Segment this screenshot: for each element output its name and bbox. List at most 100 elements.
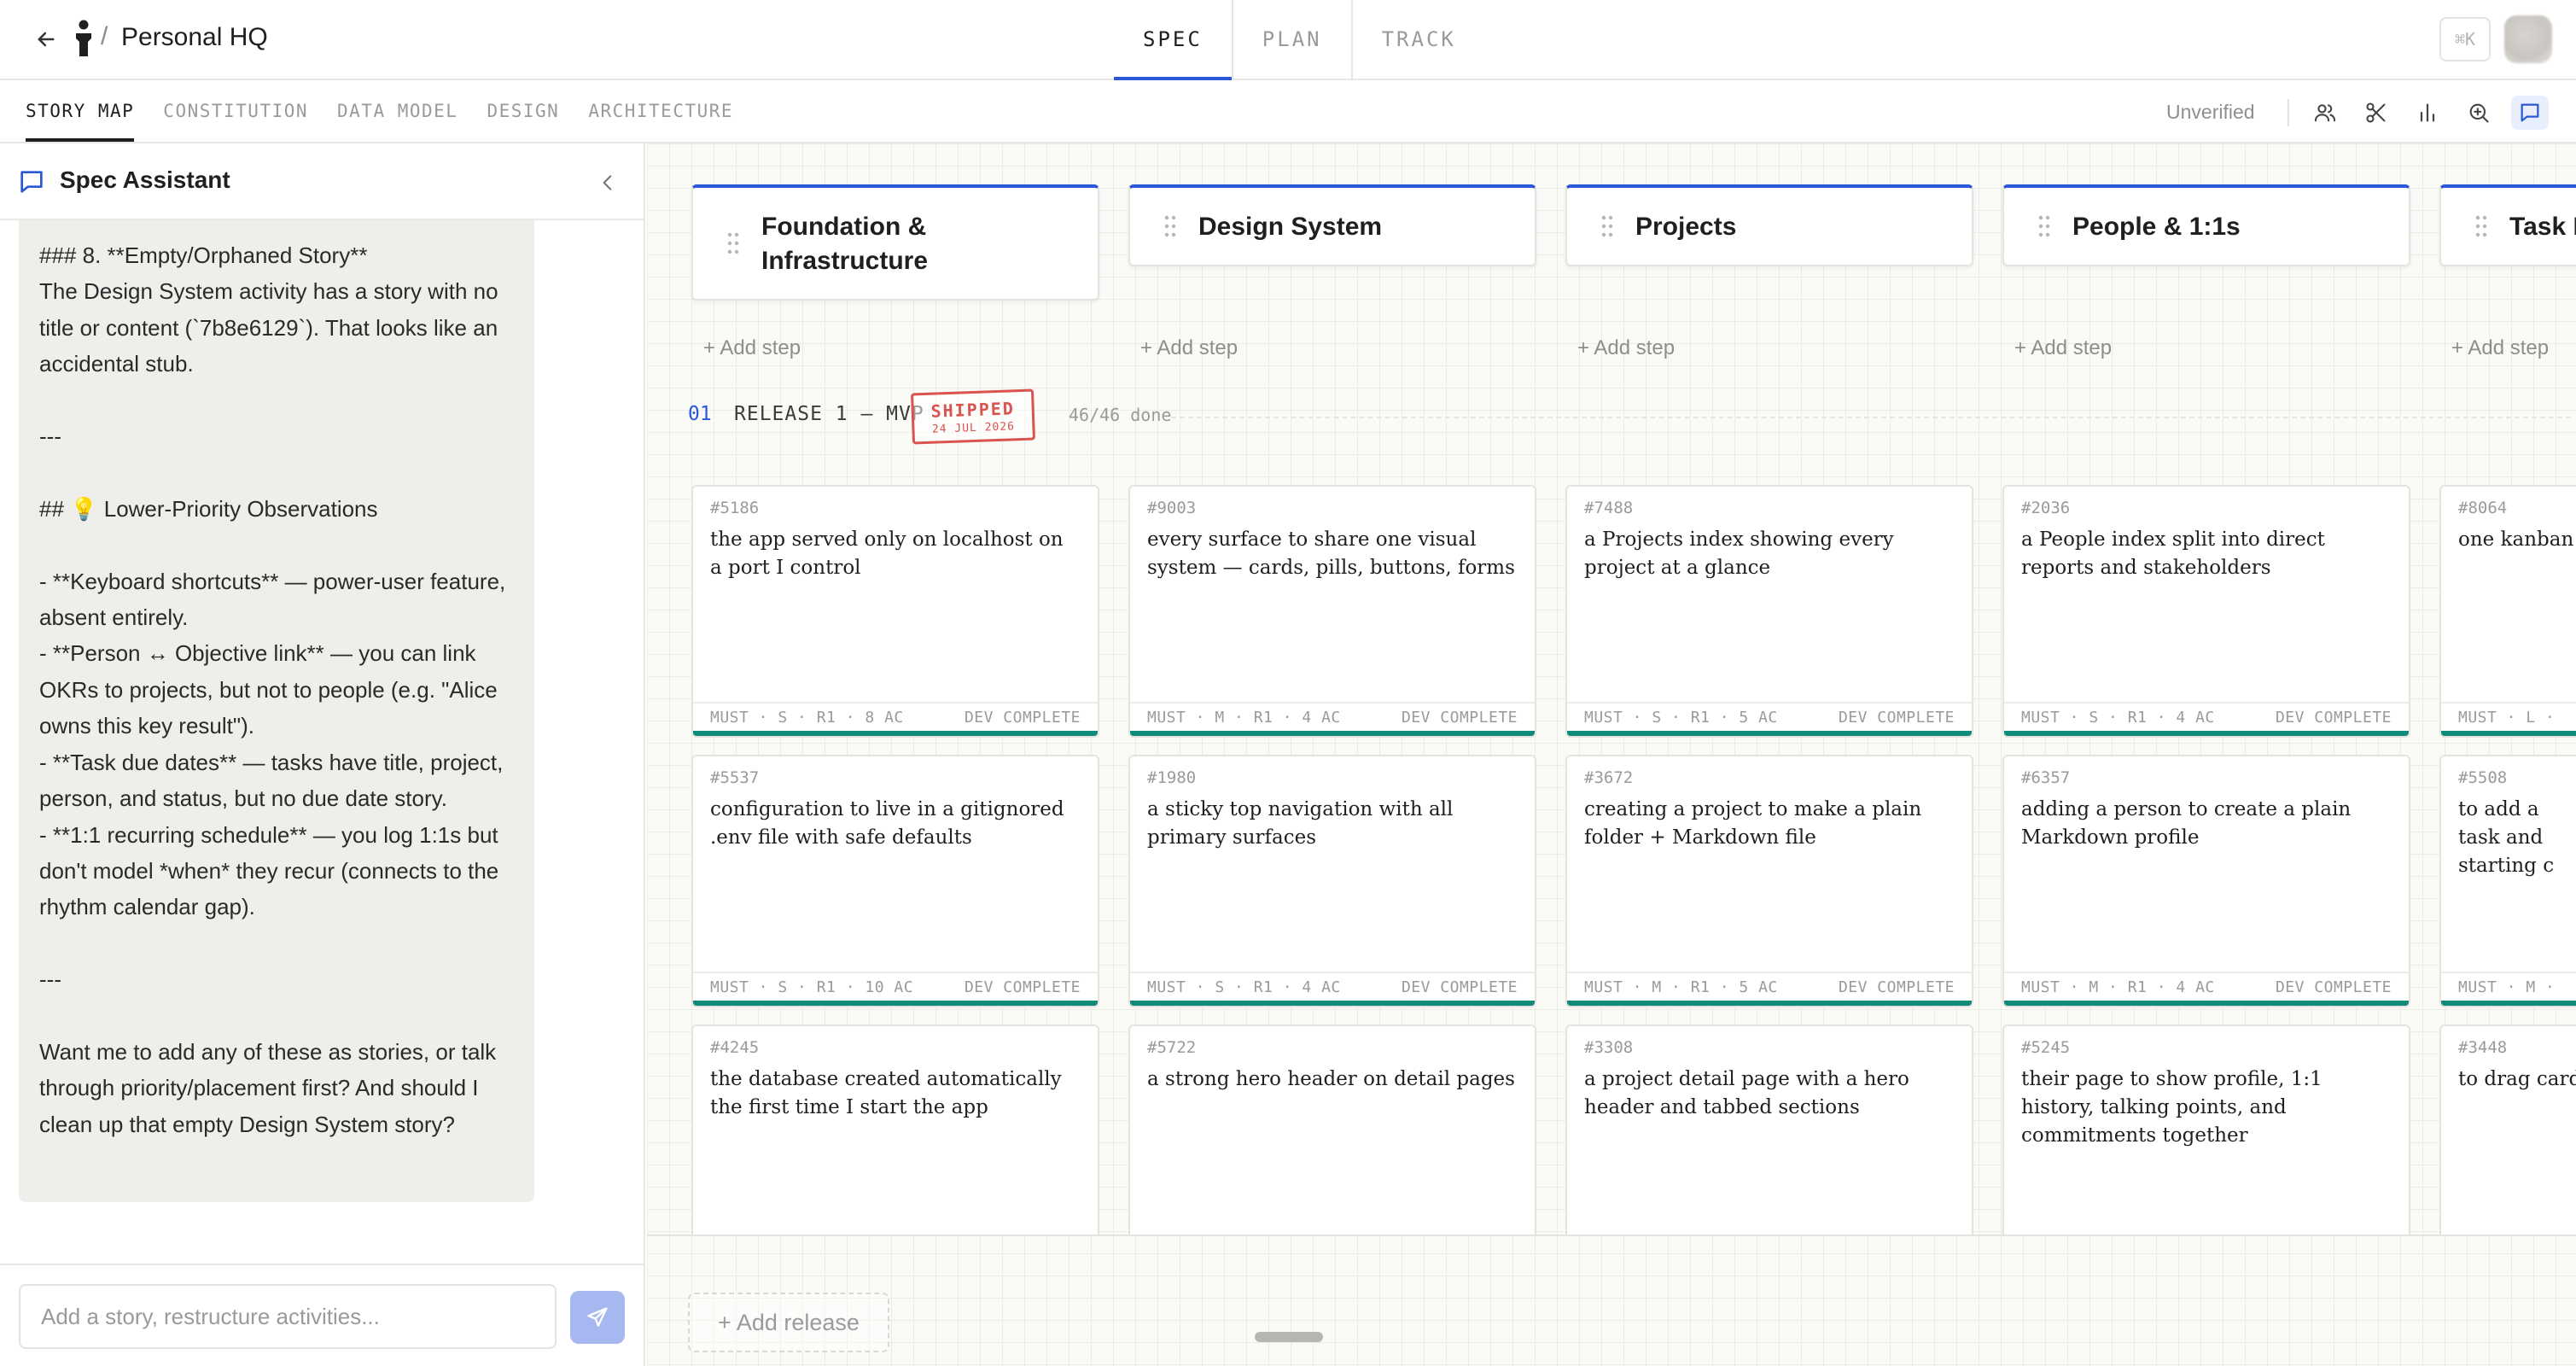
drag-handle-icon[interactable]	[1601, 215, 1613, 237]
tab-plan[interactable]: PLAN	[1231, 0, 1351, 79]
story-card[interactable]: #3672 creating a project to make a plain…	[1565, 755, 1973, 1007]
tab-constitution[interactable]: CONSTITUTION	[163, 80, 308, 142]
add-step-button[interactable]: + Add step	[1577, 336, 1675, 360]
send-icon[interactable]	[570, 1291, 625, 1344]
story-card[interactable]: #6357 adding a person to create a plain …	[2002, 755, 2410, 1007]
chat-input[interactable]	[19, 1284, 557, 1349]
story-title: a strong hero header on detail pages	[1147, 1068, 1515, 1090]
release-divider	[1171, 417, 2571, 418]
story-card[interactable]: #7488 a Projects index showing every pro…	[1565, 485, 1973, 738]
command-palette-button[interactable]: ⌘K	[2439, 17, 2491, 61]
story-status: DEV COMPLETE	[1401, 708, 1518, 727]
chat-history[interactable]: ### 8. **Empty/Orphaned Story** The Desi…	[0, 220, 644, 1264]
story-attributes: MUST · M · R1 · 5 AC	[1584, 978, 1778, 996]
zoom-icon[interactable]	[2460, 96, 2497, 130]
story-meta: MUST · L ·	[2441, 702, 2576, 731]
drag-handle-icon[interactable]	[1164, 215, 1176, 237]
add-step-button[interactable]: + Add step	[2451, 336, 2549, 360]
story-card[interactable]: #5537 configuration to live in a gitigno…	[691, 755, 1099, 1007]
activity-column: Projects + Add step	[1565, 184, 1973, 359]
activity-title: People & 1:1s	[2072, 213, 2241, 241]
spec-sections: STORY MAP CONSTITUTION DATA MODEL DESIGN…	[26, 80, 762, 142]
drag-handle-icon[interactable]	[2038, 215, 2050, 237]
story-card[interactable]: #8064 one kanban b MUST · L ·	[2439, 485, 2576, 738]
activity-card[interactable]: Foundation & Infrastructure	[691, 184, 1099, 301]
status-bar	[1567, 1001, 1972, 1006]
story-status: DEV COMPLETE	[1838, 708, 1955, 727]
add-release-button[interactable]: + Add release	[688, 1293, 889, 1352]
main-tabs: SPEC PLAN TRACK	[1114, 0, 1485, 80]
panel-title: Spec Assistant	[60, 166, 230, 193]
chat-icon[interactable]	[2511, 96, 2549, 130]
panel-header: Spec Assistant	[0, 143, 644, 220]
verification-status: Unverified	[2166, 101, 2255, 123]
story-attributes: MUST · M · R1 · 4 AC	[2021, 978, 2215, 996]
stamp-date: 24 JUL 2026	[931, 420, 1016, 436]
tab-spec[interactable]: SPEC	[1114, 0, 1232, 80]
activity-card[interactable]: Design System	[1128, 184, 1536, 266]
story-card[interactable]: #5508 to add a task and starting c MUST …	[2439, 755, 2576, 1007]
story-status: DEV COMPLETE	[2275, 978, 2392, 996]
story-id: #7488	[1584, 499, 1634, 517]
people-icon[interactable]	[2306, 96, 2344, 130]
story-title: the database created automatically the f…	[710, 1068, 1062, 1118]
scissors-icon[interactable]	[2357, 96, 2395, 130]
story-card[interactable]: #5186 the app served only on localhost o…	[691, 485, 1099, 738]
bar-chart-icon[interactable]	[2409, 96, 2446, 130]
activity-card[interactable]: Task B	[2439, 184, 2576, 266]
story-id: #4245	[710, 1038, 760, 1057]
story-title: a People index split into direct reports…	[2021, 528, 2325, 579]
tab-story-map[interactable]: STORY MAP	[26, 80, 135, 142]
breadcrumb-separator: /	[101, 22, 108, 50]
release-name[interactable]: RELEASE 1 — MVP	[734, 403, 924, 425]
tab-architecture[interactable]: ARCHITECTURE	[588, 80, 733, 142]
avatar[interactable]	[2504, 15, 2552, 63]
drag-handle-icon[interactable]	[2475, 215, 2487, 237]
story-id: #5186	[710, 499, 760, 517]
story-attributes: MUST · L ·	[2458, 708, 2556, 727]
add-step-button[interactable]: + Add step	[703, 336, 801, 360]
top-bar: / Personal HQ SPEC PLAN TRACK ⌘K	[0, 0, 2576, 80]
add-step-button[interactable]: + Add step	[2014, 336, 2112, 360]
story-meta: MUST · M · R1 · 4 AC DEV COMPLETE	[2004, 972, 2409, 1001]
story-title: a sticky top navigation with all primary…	[1147, 798, 1454, 849]
tab-track[interactable]: TRACK	[1350, 0, 1485, 79]
tab-design[interactable]: DESIGN	[487, 80, 559, 142]
story-id: #5537	[710, 768, 760, 787]
sub-navigation: STORY MAP CONSTITUTION DATA MODEL DESIGN…	[0, 80, 2576, 143]
story-title: a Projects index showing every project a…	[1584, 528, 1894, 579]
back-arrow-icon[interactable]	[29, 22, 63, 56]
status-bar	[1130, 1001, 1535, 1006]
story-id: #3308	[1584, 1038, 1634, 1057]
activity-card[interactable]: Projects	[1565, 184, 1973, 266]
story-attributes: MUST · S · R1 · 4 AC	[1147, 978, 1341, 996]
story-title: one kanban b	[2458, 528, 2576, 551]
story-map-board[interactable]: Foundation & Infrastructure + Add step D…	[647, 143, 2576, 1366]
release-progress: 46/46 done	[1069, 405, 1172, 425]
story-status: DEV COMPLETE	[1838, 978, 1955, 996]
story-title: creating a project to make a plain folde…	[1584, 798, 1922, 849]
story-status: DEV COMPLETE	[2275, 708, 2392, 727]
story-title: their page to show profile, 1:1 history,…	[2021, 1068, 2322, 1147]
story-card[interactable]: #1980 a sticky top navigation with all p…	[1128, 755, 1536, 1007]
activity-title: Foundation & Infrastructure	[761, 213, 929, 275]
activity-card[interactable]: People & 1:1s	[2002, 184, 2410, 266]
add-step-button[interactable]: + Add step	[1140, 336, 1238, 360]
status-bar	[2004, 1001, 2409, 1006]
tab-data-model[interactable]: DATA MODEL	[337, 80, 458, 142]
activity-column: People & 1:1s + Add step	[2002, 184, 2410, 359]
project-title[interactable]: Personal HQ	[121, 23, 268, 52]
activity-column: Task B + Add step	[2439, 184, 2576, 359]
story-card[interactable]: #9003 every surface to share one visual …	[1128, 485, 1536, 738]
story-card[interactable]: #2036 a People index split into direct r…	[2002, 485, 2410, 738]
assistant-message: ### 8. **Empty/Orphaned Story** The Desi…	[19, 220, 534, 1202]
drag-handle-icon[interactable]	[727, 232, 739, 254]
story-title: configuration to live in a gitignored .e…	[710, 798, 1064, 849]
story-id: #5508	[2458, 768, 2508, 787]
collapse-panel-icon[interactable]	[591, 166, 625, 200]
story-id: #8064	[2458, 499, 2508, 517]
story-id: #3448	[2458, 1038, 2508, 1057]
story-status: DEV COMPLETE	[1401, 978, 1518, 996]
horizontal-scrollbar[interactable]	[1255, 1332, 1323, 1342]
story-status: DEV COMPLETE	[964, 978, 1081, 996]
